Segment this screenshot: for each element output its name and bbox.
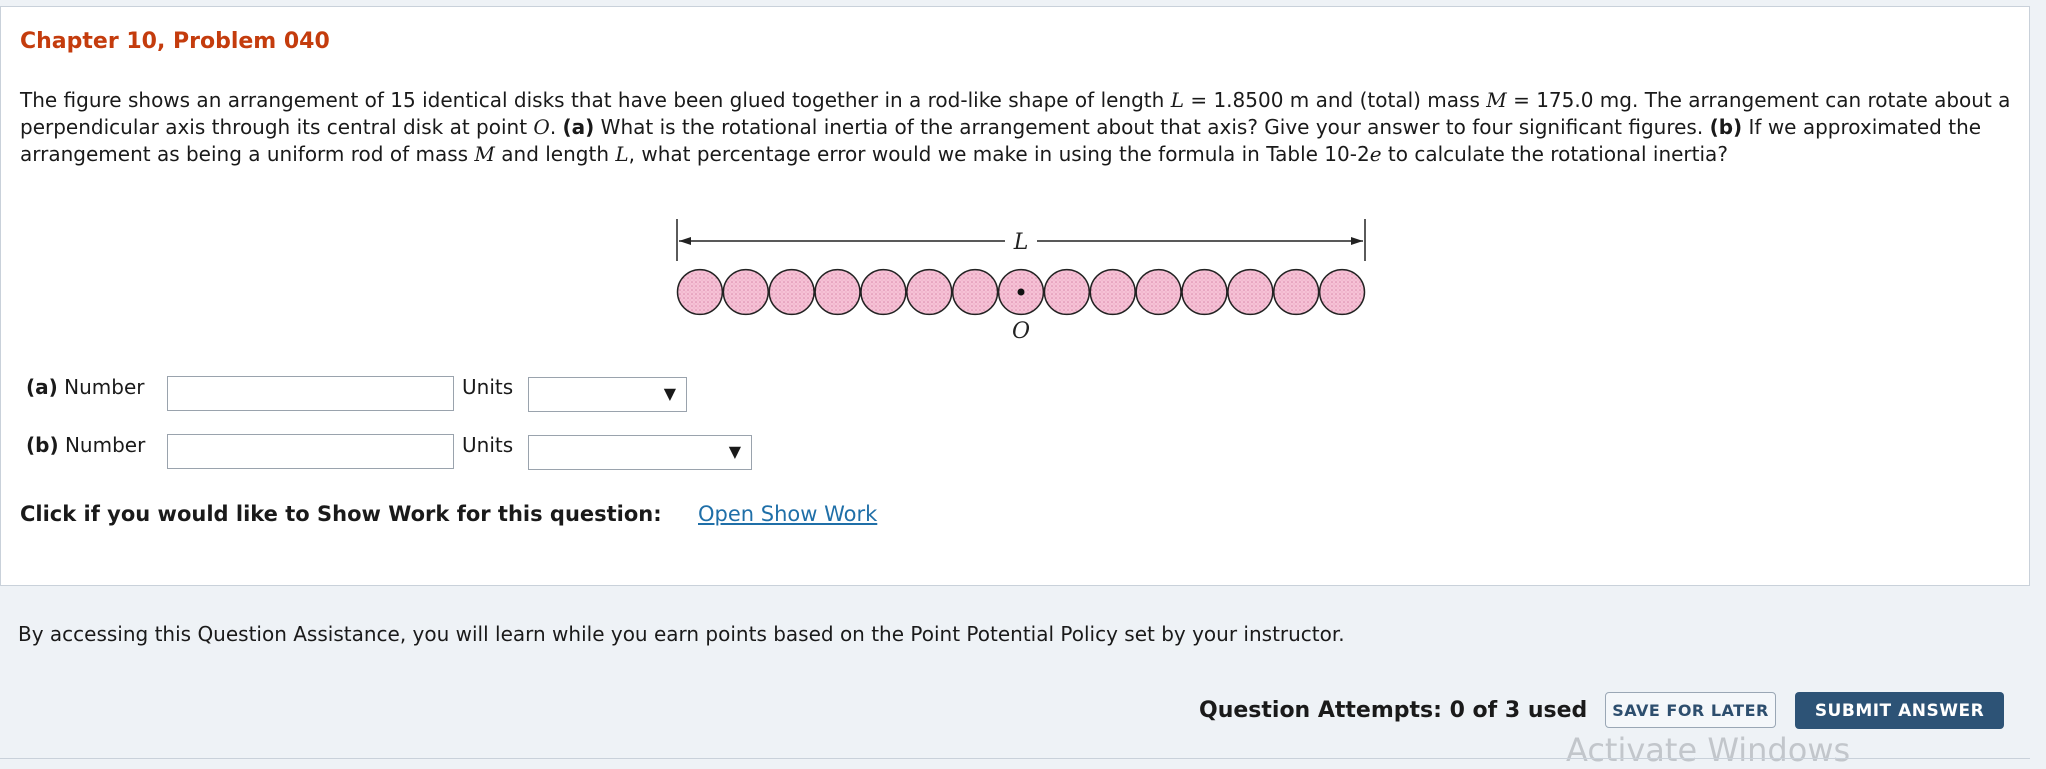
disk <box>906 268 953 316</box>
problem-statement: The figure shows an arrangement of 15 id… <box>20 87 2020 168</box>
part-a-label: (a) <box>26 375 58 399</box>
save-for-later-button[interactable]: SAVE FOR LATER <box>1605 692 1776 728</box>
arrowhead-right <box>1351 237 1363 245</box>
problem-text: . <box>549 115 563 139</box>
units-label: Units <box>462 375 514 399</box>
point-label: O <box>1012 319 1030 344</box>
disk <box>1181 268 1228 316</box>
number-label: Number <box>64 433 146 457</box>
question-panel: Chapter 10, Problem 040 The figure shows… <box>0 6 2030 586</box>
problem-title: Chapter 10, Problem 040 <box>20 29 330 54</box>
question-attempts: Question Attempts: 0 of 3 used <box>1199 698 1588 723</box>
part-b-tag: (b) <box>1709 115 1743 139</box>
policy-text: By accessing this Question Assistance, y… <box>18 622 1345 646</box>
length-label: L <box>1013 230 1029 255</box>
var-point: O <box>533 115 550 139</box>
problem-text: and length <box>494 142 616 166</box>
part-b-number-input[interactable] <box>167 434 454 469</box>
problem-text: The figure shows an arrangement of 15 id… <box>20 88 1171 112</box>
disk <box>860 268 907 316</box>
disk <box>722 268 769 316</box>
disk <box>951 268 999 316</box>
var-length: L <box>615 142 629 166</box>
part-a-units-select[interactable]: ▼ <box>528 377 687 412</box>
problem-text: , what percentage error would we make in… <box>628 142 1370 166</box>
disk <box>1089 268 1136 316</box>
submit-answer-button[interactable]: SUBMIT ANSWER <box>1795 692 2004 729</box>
dropdown-arrow-icon: ▼ <box>663 384 676 403</box>
arrowhead-left <box>679 237 691 245</box>
units-label: Units <box>462 433 514 457</box>
open-show-work-link[interactable]: Open Show Work <box>698 502 877 526</box>
disk <box>768 268 815 316</box>
disk-row <box>676 268 1366 316</box>
problem-text: to calculate the rotational inertia? <box>1381 142 1728 166</box>
disk <box>1227 268 1274 316</box>
part-a-tag: (a) <box>562 115 595 139</box>
disk <box>1318 268 1366 316</box>
axis-point <box>1017 288 1025 296</box>
disk <box>1043 268 1091 316</box>
disk-rod-figure: L O <box>676 219 1366 344</box>
disk <box>1135 268 1182 316</box>
var-mass: M <box>474 142 495 166</box>
problem-text: = 1.8500 m and (total) mass <box>1183 88 1487 112</box>
part-b-label: (b) <box>26 433 59 457</box>
divider <box>0 758 2030 759</box>
part-a-number-input[interactable] <box>167 376 454 411</box>
var-length: L <box>1170 88 1184 112</box>
disk <box>676 268 724 316</box>
disk <box>814 268 861 316</box>
dropdown-arrow-icon: ▼ <box>728 442 741 461</box>
number-label: Number <box>64 375 145 399</box>
disk <box>1273 268 1320 316</box>
activate-windows-watermark: Activate Windows <box>1566 731 1851 769</box>
var-e: e <box>1369 142 1382 166</box>
problem-text: What is the rotational inertia of the ar… <box>594 115 1710 139</box>
var-mass: M <box>1486 88 1507 112</box>
show-work-prompt: Click if you would like to Show Work for… <box>20 502 662 526</box>
part-b-units-select[interactable]: ▼ <box>528 435 752 470</box>
